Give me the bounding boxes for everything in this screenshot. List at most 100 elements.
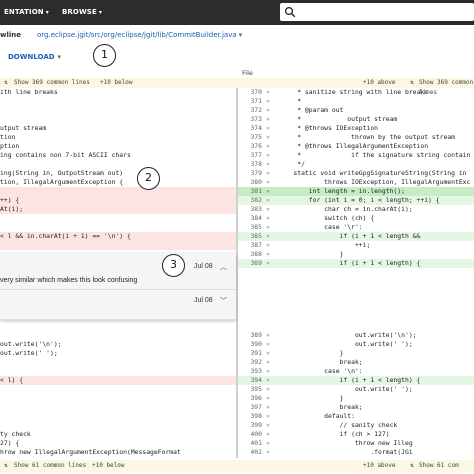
- line-number[interactable]: 370: [238, 88, 262, 97]
- diff-line-new[interactable]: [238, 277, 474, 286]
- line-number[interactable]: 389: [238, 331, 262, 340]
- line-number[interactable]: 402: [238, 448, 262, 457]
- diff-line-new[interactable]: 398 » default:: [238, 412, 474, 421]
- diff-line-old[interactable]: [0, 187, 236, 196]
- line-number[interactable]: 395: [238, 385, 262, 394]
- diff-line-new[interactable]: 379 » static void writeGpgSignatureString…: [238, 169, 474, 178]
- diff-line-old[interactable]: ty check: [0, 430, 236, 439]
- diff-line-old[interactable]: ing contains non 7-bit ASCII chars: [0, 151, 236, 160]
- diff-line-new[interactable]: 381 » int length = in.length();: [238, 187, 474, 196]
- diff-line-old[interactable]: [0, 160, 236, 169]
- expand-above-link[interactable]: +10 above: [363, 460, 396, 472]
- diff-line-new[interactable]: 393 » case '\n':: [238, 367, 474, 376]
- diff-line-new[interactable]: 378 » */: [238, 160, 474, 169]
- diff-line-new[interactable]: 385 » if (i + 1 < length &&: [238, 232, 474, 241]
- diff-line-new[interactable]: [238, 295, 474, 304]
- diff-line-old[interactable]: hrow new IllegalArgumentException(Messag…: [0, 448, 236, 457]
- diff-line-new[interactable]: 382 » for (int i = 0; i < length; ++i) {: [238, 196, 474, 205]
- line-number[interactable]: 403: [238, 457, 262, 458]
- diff-line-new[interactable]: [238, 304, 474, 313]
- diff-line-old[interactable]: [0, 331, 236, 340]
- expand-below-link[interactable]: +10 below: [92, 460, 125, 472]
- diff-line-new[interactable]: 396 » }: [238, 394, 474, 403]
- diff-line-old[interactable]: [0, 358, 236, 367]
- search-input[interactable]: [280, 3, 474, 21]
- line-number[interactable]: 385: [238, 232, 262, 241]
- diff-line-new[interactable]: 390 » out.write(' ');: [238, 340, 474, 349]
- line-number[interactable]: 378: [238, 160, 262, 169]
- nav-item-browse[interactable]: BROWSE ▾: [62, 8, 102, 16]
- breadcrumb-path[interactable]: org.eclipse.jgit/src/org/eclipse/jgit/li…: [37, 31, 242, 39]
- diff-line-old[interactable]: At(i);: [0, 205, 236, 214]
- diff-line-new[interactable]: 384 » switch (ch) {: [238, 214, 474, 223]
- line-number[interactable]: 384: [238, 214, 262, 223]
- diff-line-old[interactable]: out.write('\n');: [0, 340, 236, 349]
- diff-line-new[interactable]: 394 » if (i + 1 < length) {: [238, 376, 474, 385]
- diff-line-old[interactable]: [0, 367, 236, 376]
- line-number[interactable]: 385: [238, 223, 262, 232]
- diff-line-old[interactable]: .format(JGitText.get().notASCIIString, i…: [0, 457, 236, 458]
- show-common-lines-link[interactable]: Show 61 common lines: [14, 460, 86, 472]
- diff-line-old[interactable]: ption: [0, 142, 236, 151]
- diff-line-old[interactable]: [0, 403, 236, 412]
- expand-above-link[interactable]: +10 above: [363, 78, 396, 88]
- diff-line-new[interactable]: 370 » * sanitize string with line breaks: [238, 88, 474, 97]
- line-number[interactable]: 381: [238, 187, 262, 196]
- diff-line-new[interactable]: 372 » * @param out: [238, 106, 474, 115]
- diff-line-old[interactable]: tion, IllegalArgumentException {: [0, 178, 236, 187]
- diff-line-new[interactable]: [238, 286, 474, 295]
- line-number[interactable]: 401: [238, 439, 262, 448]
- diff-line-old[interactable]: < l) {: [0, 376, 236, 385]
- diff-line-new[interactable]: 385 » case '\r':: [238, 223, 474, 232]
- line-number[interactable]: 392: [238, 358, 262, 367]
- line-number[interactable]: 393: [238, 367, 262, 376]
- line-number[interactable]: 372: [238, 106, 262, 115]
- line-number[interactable]: 396: [238, 394, 262, 403]
- line-number[interactable]: 375: [238, 133, 262, 142]
- diff-line-new[interactable]: 387 » ++i;: [238, 241, 474, 250]
- diff-line-old[interactable]: out.write(' ');: [0, 349, 236, 358]
- diff-line-new[interactable]: 383 » char ch = in.charAt(i);: [238, 205, 474, 214]
- line-number[interactable]: 400: [238, 430, 262, 439]
- diff-line-old[interactable]: utput stream: [0, 124, 236, 133]
- diff-line-new[interactable]: 373 » * output stream: [238, 115, 474, 124]
- diff-line-new[interactable]: 397 » break;: [238, 403, 474, 412]
- line-number[interactable]: 374: [238, 124, 262, 133]
- diff-line-new[interactable]: 388 » }: [238, 250, 474, 259]
- diff-line-new[interactable]: 375 » * thrown by the output stream: [238, 133, 474, 142]
- diff-line-old[interactable]: [0, 421, 236, 430]
- line-number[interactable]: 390: [238, 340, 262, 349]
- chevron-up-icon[interactable]: ︿: [220, 262, 227, 272]
- diff-line-old[interactable]: [0, 106, 236, 115]
- nav-item-documentation[interactable]: ENTATION ▾: [4, 8, 49, 16]
- diff-line-old[interactable]: [0, 97, 236, 106]
- diff-line-new[interactable]: 377 » * if the signature string contain: [238, 151, 474, 160]
- diff-line-new[interactable]: 371 » *: [238, 97, 474, 106]
- diff-line-new[interactable]: [238, 313, 474, 322]
- show-common-lines-link[interactable]: Show 61 com: [419, 460, 459, 472]
- diff-line-new[interactable]: 403 » out.write(ch);: [238, 457, 474, 458]
- download-button[interactable]: DOWNLOAD ▾: [8, 53, 61, 61]
- diff-line-old[interactable]: [0, 394, 236, 403]
- line-number[interactable]: 376: [238, 142, 262, 151]
- line-number[interactable]: 379: [238, 169, 262, 178]
- diff-line-old[interactable]: [0, 214, 236, 223]
- diff-line-old[interactable]: [0, 412, 236, 421]
- diff-line-new[interactable]: 380 » throws IOException, IllegalArgument…: [238, 178, 474, 187]
- diff-line-old[interactable]: ith line breaks: [0, 88, 236, 97]
- diff-line-new[interactable]: 389 » out.write('\n');: [238, 331, 474, 340]
- expand-icon[interactable]: ⇅: [410, 460, 414, 472]
- diff-line-new[interactable]: 389 » if (i + 1 < length) {: [238, 259, 474, 268]
- diff-line-new[interactable]: 402 » .format(JGi: [238, 448, 474, 457]
- line-number[interactable]: 387: [238, 241, 262, 250]
- diff-line-new[interactable]: 376 » * @throws IllegalArgumentException: [238, 142, 474, 151]
- diff-line-old[interactable]: < l && in.charAt(i + 1) == '\n') {: [0, 232, 236, 241]
- diff-line-old[interactable]: [0, 241, 236, 250]
- line-number[interactable]: 388: [238, 250, 262, 259]
- line-number[interactable]: 399: [238, 421, 262, 430]
- diff-line-new[interactable]: [238, 268, 474, 277]
- chevron-down-icon[interactable]: ﹀: [220, 296, 227, 306]
- diff-line-old[interactable]: tion: [0, 133, 236, 142]
- diff-line-new[interactable]: 399 » // sanity check: [238, 421, 474, 430]
- line-number[interactable]: 371: [238, 97, 262, 106]
